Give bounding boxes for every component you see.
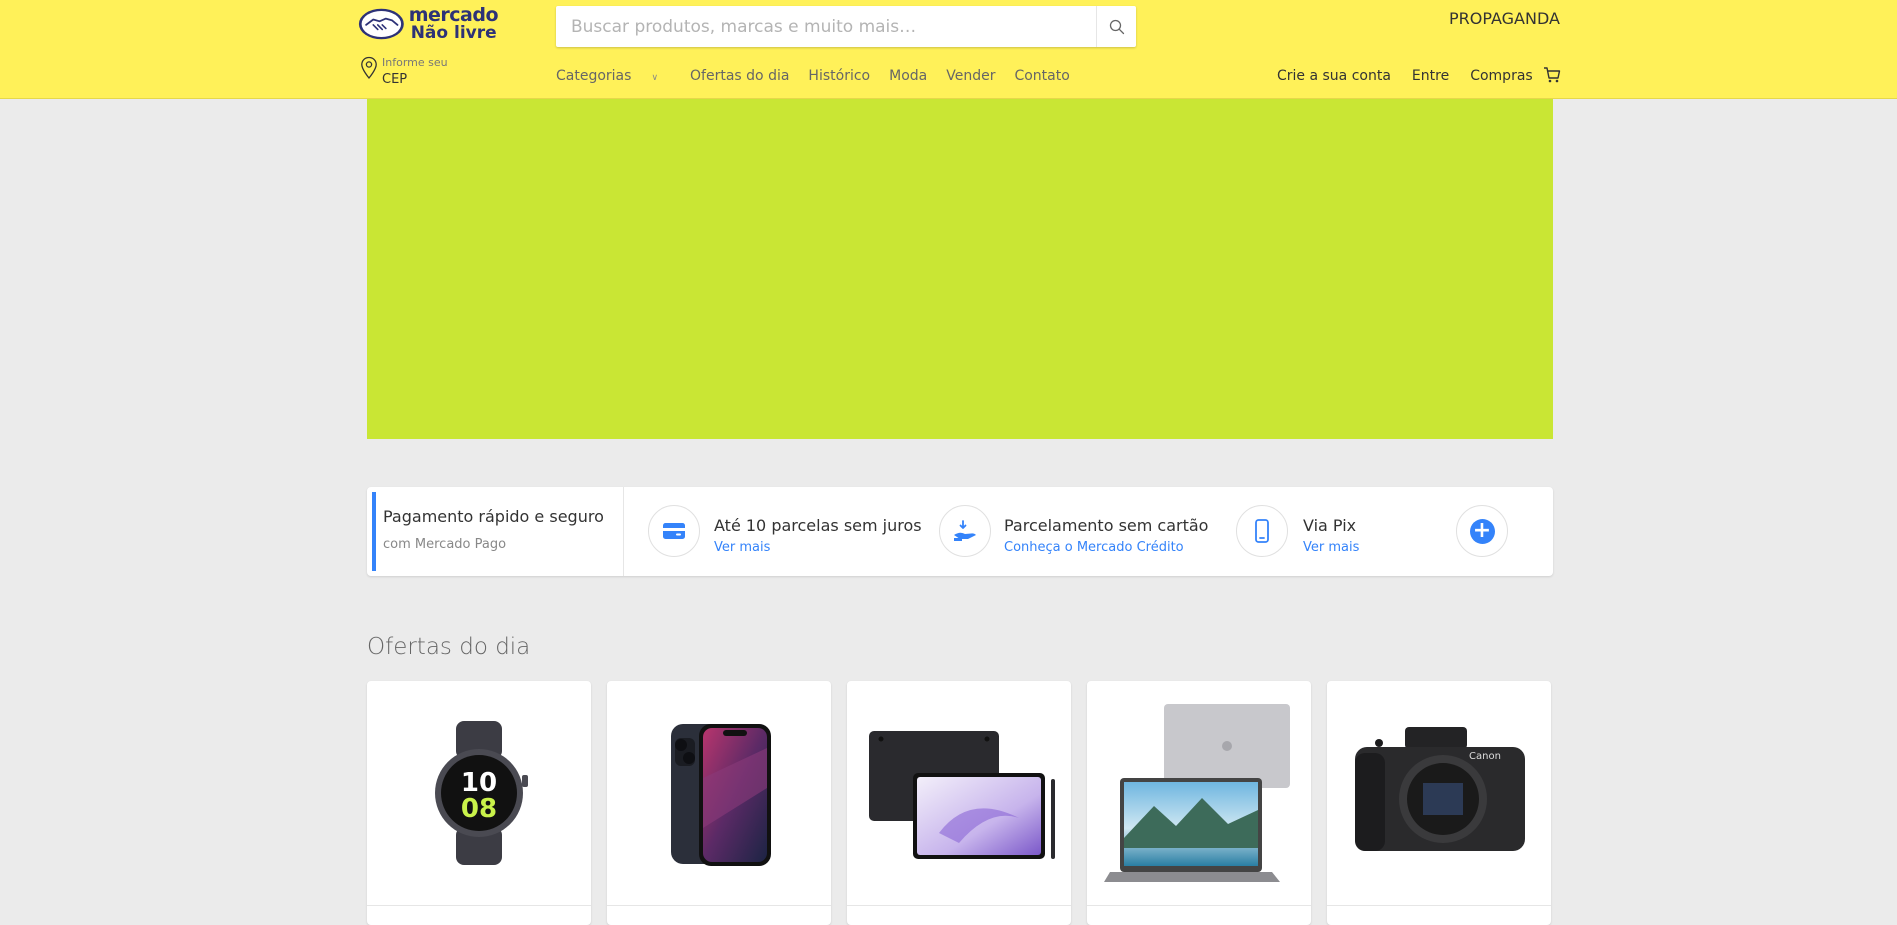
nav-contato[interactable]: Contato: [1014, 68, 1069, 84]
cep-label: Informe seu: [382, 56, 448, 69]
camera-image: Canon: [1355, 727, 1525, 851]
option-no-card-title: Parcelamento sem cartão: [1004, 516, 1209, 535]
hand-money-icon: [954, 520, 976, 541]
propaganda-link[interactable]: PROPAGANDA: [1449, 9, 1560, 28]
hand-money-icon-circle: [939, 505, 991, 557]
phone-icon-circle: [1236, 505, 1288, 557]
divider: [623, 487, 624, 576]
purchases-link[interactable]: Compras: [1470, 68, 1533, 84]
product-card-camera[interactable]: Canon: [1327, 681, 1551, 925]
laptop-image: [1104, 704, 1290, 882]
nav-categorias[interactable]: Categorias ∨: [556, 68, 677, 84]
accent-bar: [372, 492, 376, 571]
account-nav: Crie a sua conta Entre Compras: [1277, 68, 1554, 84]
hero-banner[interactable]: [367, 99, 1553, 439]
payment-title: Pagamento rápido e seguro: [383, 507, 604, 526]
nav-ofertas-do-dia[interactable]: Ofertas do dia: [690, 68, 789, 84]
tablet-image: [869, 731, 1055, 859]
option-installments-link[interactable]: Ver mais: [714, 540, 770, 555]
handshake-logo-icon: [358, 8, 404, 40]
watch-minute: 08: [461, 794, 497, 824]
cep-value: CEP: [382, 72, 408, 88]
logo-line2: Não livre: [410, 23, 497, 43]
payment-subtitle: com Mercado Pago: [383, 537, 507, 552]
product-card-smartwatch[interactable]: 10 08: [367, 681, 591, 925]
search-box: [556, 6, 1136, 47]
product-card-smartphone[interactable]: [607, 681, 831, 925]
main-nav: Categorias ∨ Ofertas do dia Histórico Mod…: [556, 68, 1089, 84]
signup-link[interactable]: Crie a sua conta: [1277, 68, 1391, 84]
nav-vender[interactable]: Vender: [946, 68, 995, 84]
credit-card-icon-circle: [648, 505, 700, 557]
card-divider: [367, 905, 591, 906]
option-no-card-link[interactable]: Conheça o Mercado Crédito: [1004, 540, 1184, 555]
nav-categorias-label: Categorias: [556, 68, 632, 84]
cep-selector[interactable]: Informe seu CEP: [360, 56, 448, 88]
phone-icon: [1255, 519, 1269, 543]
smartwatch-image: 10 08: [435, 721, 528, 865]
option-pix-title: Via Pix: [1303, 516, 1357, 535]
credit-card-icon: [663, 523, 685, 539]
payment-info-bar: Pagamento rápido e seguro com Mercado Pa…: [367, 487, 1553, 576]
product-card-tablet[interactable]: [847, 681, 1071, 925]
option-installments-title: Até 10 parcelas sem juros: [714, 516, 922, 535]
search-icon: [1109, 19, 1124, 34]
nav-moda[interactable]: Moda: [889, 68, 927, 84]
option-pix-link[interactable]: Ver mais: [1303, 540, 1359, 555]
cart-icon[interactable]: [1543, 66, 1561, 84]
search-input[interactable]: [556, 6, 1096, 47]
offers-title: Ofertas do dia: [367, 634, 531, 660]
search-button[interactable]: [1096, 6, 1136, 47]
more-payment-options-button[interactable]: +: [1456, 505, 1508, 557]
card-divider: [847, 905, 1071, 906]
card-divider: [1327, 905, 1551, 906]
product-card-laptop[interactable]: [1087, 681, 1311, 925]
camera-brand: Canon: [1469, 751, 1501, 762]
card-divider: [607, 905, 831, 906]
location-pin-icon: [361, 56, 377, 80]
logo[interactable]: mercado Não livre: [358, 4, 499, 44]
login-link[interactable]: Entre: [1412, 68, 1449, 84]
nav-historico[interactable]: Histórico: [808, 68, 870, 84]
plus-icon: +: [1469, 518, 1495, 544]
chevron-down-icon: ∨: [651, 73, 659, 83]
smartphone-image: [671, 724, 771, 866]
header: mercado Não livre PROPAGANDA Informe seu…: [0, 0, 1897, 99]
card-divider: [1087, 905, 1311, 906]
